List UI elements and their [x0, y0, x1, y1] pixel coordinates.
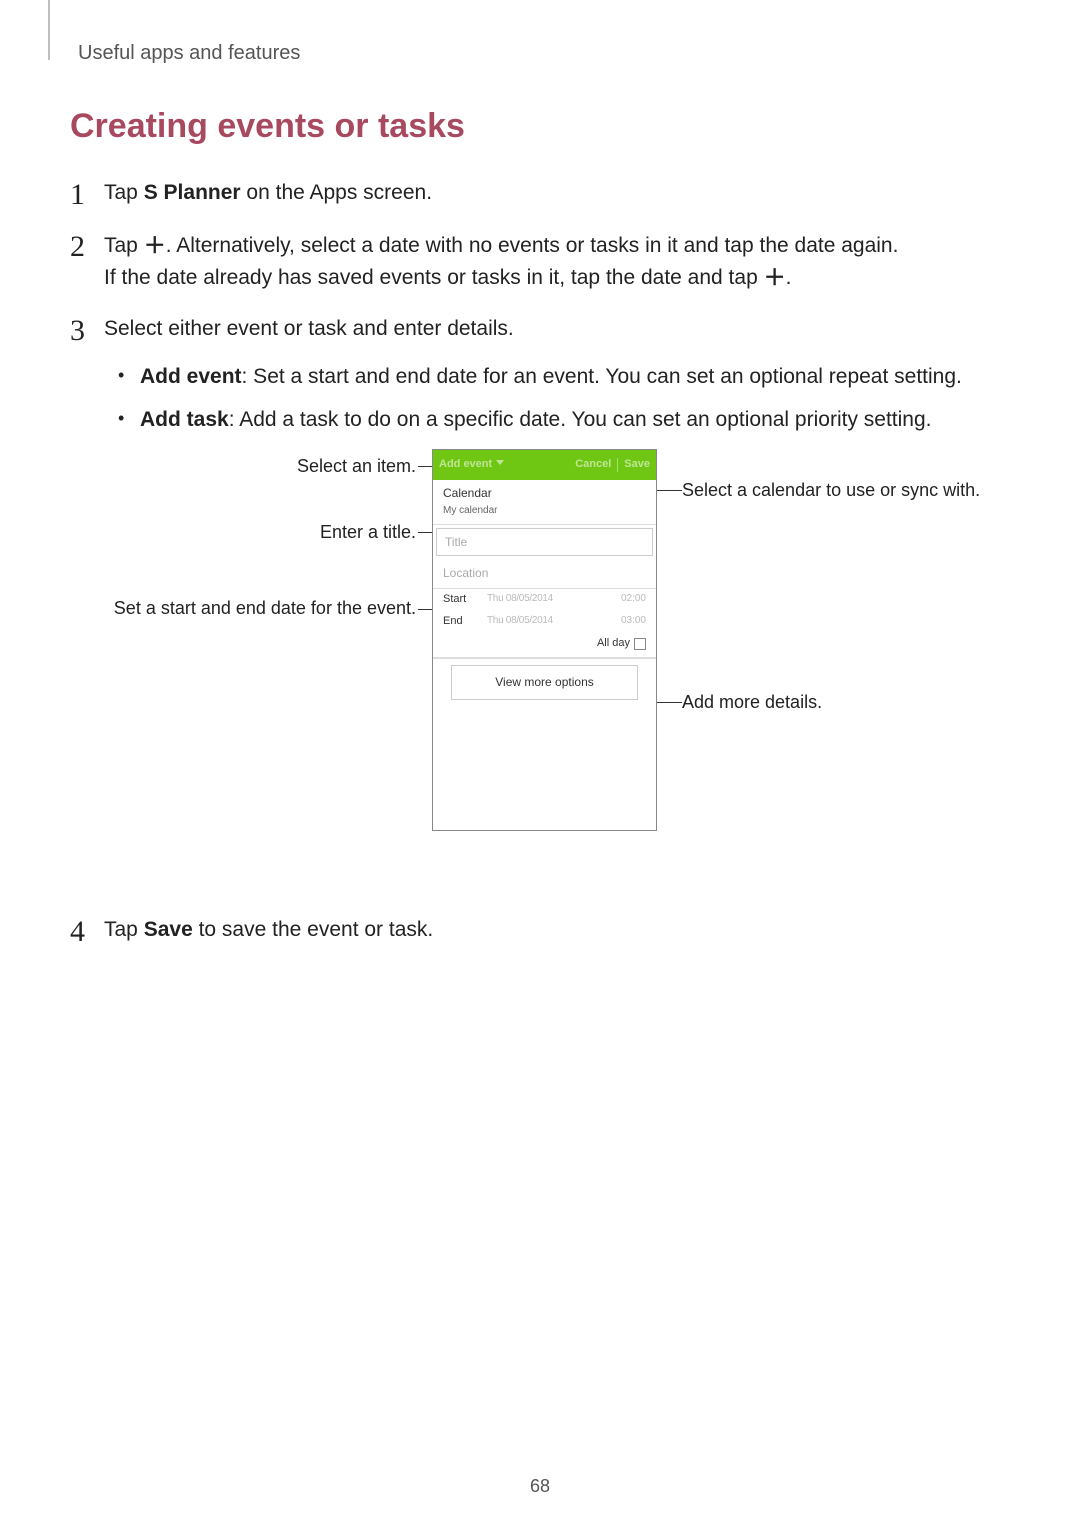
- bullet-text: : Add a task to do on a specific date. Y…: [229, 408, 932, 431]
- text: If the date already has saved events or …: [104, 266, 764, 289]
- screenshot-diagram: Select an item. Enter a title. Set a sta…: [104, 449, 1004, 879]
- calendar-row[interactable]: Calendar My calendar: [433, 480, 656, 525]
- start-line[interactable]: Start Thu 08/05/2014 02:00: [433, 589, 656, 611]
- callout-set-dates: Set a start and end date for the event.: [104, 597, 416, 620]
- end-time: 03:00: [612, 614, 646, 629]
- dates-row: Start Thu 08/05/2014 02:00 End Thu 08/05…: [433, 589, 656, 659]
- calendar-label: Calendar: [443, 485, 646, 502]
- step-body: Tap S Planner on the Apps screen.: [104, 178, 1010, 208]
- page-number: 68: [0, 1476, 1080, 1497]
- bullet-add-task: Add task: Add a task to do on a specific…: [140, 405, 1010, 435]
- allday-line[interactable]: All day: [433, 633, 656, 658]
- location-row: [433, 559, 656, 588]
- callout-line: [418, 466, 432, 467]
- callout-select-item: Select an item.: [104, 455, 416, 478]
- text: to save the event or task.: [193, 918, 433, 941]
- bullet-list: Add event: Set a start and end date for …: [104, 362, 1010, 435]
- step-list: 1 Tap S Planner on the Apps screen. 2 Ta…: [70, 178, 1010, 947]
- step-number: 3: [70, 314, 104, 346]
- callout-enter-title: Enter a title.: [104, 521, 416, 544]
- text: Tap: [104, 181, 144, 204]
- text: Tap: [104, 918, 144, 941]
- step-body: Select either event or task and enter de…: [104, 314, 1010, 895]
- bullet-label: Add task: [140, 408, 229, 431]
- callout-add-more: Add more details.: [682, 691, 992, 714]
- phone-mockup: Add event Cancel Save Calendar My calend…: [432, 449, 657, 831]
- callout-line: [657, 490, 682, 491]
- phone-header: Add event Cancel Save: [433, 450, 656, 480]
- step-body: Tap ＋. Alternatively, select a date with…: [104, 230, 1010, 294]
- step-body: Tap Save to save the event or task.: [104, 915, 1010, 945]
- plus-icon: ＋: [144, 230, 166, 262]
- plus-icon: ＋: [764, 262, 786, 294]
- page-heading: Creating events or tasks: [70, 107, 1010, 146]
- end-date: Thu 08/05/2014: [487, 614, 604, 629]
- save-word: Save: [144, 918, 193, 941]
- separator: [617, 458, 618, 472]
- bullet-add-event: Add event: Set a start and end date for …: [140, 362, 1010, 392]
- calendar-value: My calendar: [443, 504, 646, 519]
- start-date: Thu 08/05/2014: [487, 592, 604, 607]
- cancel-button[interactable]: Cancel: [575, 457, 611, 473]
- page-margin-rule: [48, 0, 50, 60]
- end-label: End: [443, 614, 479, 630]
- step-2: 2 Tap ＋. Alternatively, select a date wi…: [70, 230, 1010, 294]
- checkbox-icon[interactable]: [634, 638, 646, 650]
- allday-label: All day: [597, 636, 630, 652]
- text: . Alternatively, select a date with no e…: [166, 234, 899, 257]
- text: .: [786, 266, 792, 289]
- bullet-text: : Set a start and end date for an event.…: [242, 365, 962, 388]
- step-number: 2: [70, 230, 104, 262]
- step-1: 1 Tap S Planner on the Apps screen.: [70, 178, 1010, 210]
- title-row: [436, 528, 653, 556]
- text: Tap: [104, 234, 144, 257]
- text: on the Apps screen.: [241, 181, 432, 204]
- step-3: 3 Select either event or task and enter …: [70, 314, 1010, 895]
- add-event-dropdown[interactable]: Add event: [439, 457, 502, 473]
- callout-line: [418, 609, 432, 610]
- bullet-label: Add event: [140, 365, 242, 388]
- save-button[interactable]: Save: [624, 457, 650, 473]
- callout-line: [418, 532, 432, 533]
- section-label: Useful apps and features: [70, 42, 1010, 65]
- location-input[interactable]: [443, 564, 646, 582]
- title-input[interactable]: [445, 533, 644, 551]
- step-number: 1: [70, 178, 104, 210]
- end-line[interactable]: End Thu 08/05/2014 03:00: [433, 611, 656, 633]
- start-label: Start: [443, 592, 479, 608]
- text: Select either event or task and enter de…: [104, 317, 514, 340]
- page-content: Useful apps and features Creating events…: [0, 0, 1080, 947]
- view-more-button[interactable]: View more options: [451, 665, 638, 700]
- step-number: 4: [70, 915, 104, 947]
- step-4: 4 Tap Save to save the event or task.: [70, 915, 1010, 947]
- app-name: S Planner: [144, 181, 241, 204]
- start-time: 02:00: [612, 592, 646, 607]
- callout-select-calendar: Select a calendar to use or sync with.: [682, 479, 992, 502]
